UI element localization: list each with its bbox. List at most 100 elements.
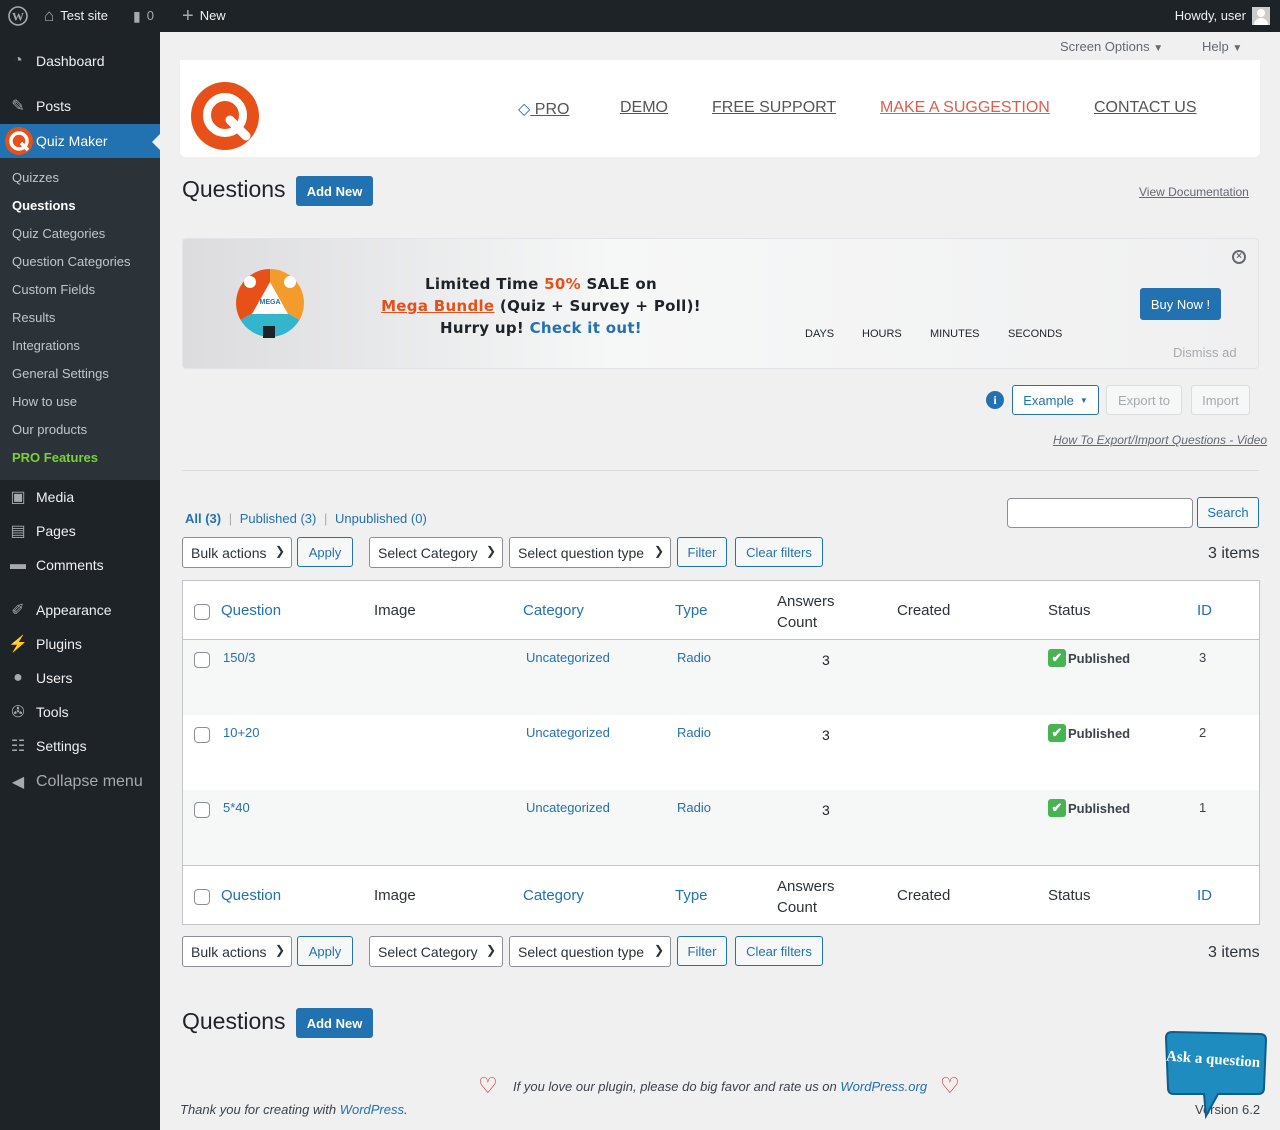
example-dropdown[interactable]: Example ▼: [1012, 385, 1099, 415]
submenu-our-products[interactable]: Our products: [12, 422, 87, 437]
row-checkbox[interactable]: [194, 727, 210, 743]
submenu-quiz-categories[interactable]: Quiz Categories: [12, 226, 105, 241]
rate-us-text: If you love our plugin, please do big fa…: [513, 1079, 928, 1094]
buy-now-button[interactable]: Buy Now !: [1140, 288, 1221, 320]
question-type-select[interactable]: Select question type ❯: [509, 537, 671, 568]
view-documentation-link[interactable]: View Documentation: [1139, 185, 1249, 199]
page-title: Questions: [182, 1008, 286, 1034]
dismiss-ad-link[interactable]: Dismiss ad: [1173, 345, 1237, 360]
column-question-footer[interactable]: Question: [221, 887, 281, 904]
submenu-results[interactable]: Results: [12, 310, 55, 325]
type-link[interactable]: Radio: [677, 725, 711, 740]
help-button[interactable]: Help ▼: [1202, 39, 1242, 54]
mega-bundle-link[interactable]: Mega Bundle: [381, 297, 494, 315]
admin-bar: W ⌂ Test site ▮ 0 + New Howdy, user: [0, 0, 1280, 32]
export-button[interactable]: Export to: [1106, 385, 1182, 415]
filter-button[interactable]: Filter: [677, 936, 727, 966]
sidebar-item-tools[interactable]: ✇ Tools: [0, 695, 160, 729]
check-it-out-link[interactable]: Check it out!: [530, 319, 642, 337]
submenu-integrations[interactable]: Integrations: [12, 338, 80, 353]
nav-demo-link[interactable]: DEMO: [620, 99, 668, 117]
filter-button[interactable]: Filter: [677, 537, 727, 567]
sidebar-item-pages[interactable]: ▤ Pages: [0, 514, 160, 548]
wordpress-org-link[interactable]: WordPress.org: [840, 1079, 927, 1094]
category-select[interactable]: Select Category ❯: [369, 936, 503, 967]
nav-contact-link[interactable]: CONTACT US: [1094, 99, 1197, 117]
mega-logo-text: MEGA: [260, 299, 281, 306]
question-type-select[interactable]: Select question type ❯: [509, 936, 671, 967]
submenu-custom-fields[interactable]: Custom Fields: [12, 282, 95, 297]
bulk-actions-select[interactable]: Bulk actions ❯: [182, 936, 292, 967]
info-icon[interactable]: i: [986, 391, 1004, 409]
row-checkbox[interactable]: [194, 652, 210, 668]
column-type-footer[interactable]: Type: [675, 887, 708, 904]
submenu-questions[interactable]: Questions: [12, 198, 76, 213]
search-button[interactable]: Search: [1197, 497, 1259, 528]
column-category-footer[interactable]: Category: [523, 887, 584, 904]
sidebar-item-dashboard[interactable]: ◔ Dashboard: [0, 44, 160, 78]
svg-text:W: W: [12, 10, 24, 24]
select-all-checkbox[interactable]: [194, 889, 210, 905]
comments-link[interactable]: ▮ 0: [133, 0, 154, 32]
sidebar-item-media[interactable]: ▣ Media: [0, 480, 160, 514]
submenu-how-to-use[interactable]: How to use: [12, 394, 77, 409]
wordpress-logo-icon[interactable]: W: [8, 0, 28, 32]
apply-button[interactable]: Apply: [297, 936, 353, 966]
ask-question-widget[interactable]: Ask a question: [1160, 1030, 1268, 1120]
question-link[interactable]: 150/3: [223, 650, 256, 665]
nav-suggestion-link[interactable]: MAKE A SUGGESTION: [880, 99, 1050, 117]
quiz-maker-logo[interactable]: [190, 82, 260, 155]
column-category-header[interactable]: Category: [523, 602, 584, 619]
column-id-header[interactable]: ID: [1197, 602, 1212, 619]
add-new-button[interactable]: Add New: [296, 176, 373, 206]
import-button[interactable]: Import: [1191, 385, 1250, 415]
account-menu[interactable]: Howdy, user: [1175, 0, 1270, 32]
apply-button[interactable]: Apply: [297, 537, 353, 567]
submenu-general-settings[interactable]: General Settings: [12, 366, 109, 381]
sidebar-item-users[interactable]: ● Users: [0, 661, 160, 695]
screen-options-button[interactable]: Screen Options ▼: [1060, 39, 1163, 54]
column-id-footer[interactable]: ID: [1197, 887, 1212, 904]
page-title: Questions: [182, 176, 286, 202]
nav-support-link[interactable]: FREE SUPPORT: [712, 99, 836, 117]
question-id: 2: [1199, 725, 1207, 740]
clear-filters-button[interactable]: Clear filters: [735, 936, 823, 966]
bulk-actions-select[interactable]: Bulk actions ❯: [182, 537, 292, 568]
category-select[interactable]: Select Category ❯: [369, 537, 503, 568]
question-link[interactable]: 10+20: [223, 725, 260, 740]
clear-filters-button[interactable]: Clear filters: [735, 537, 823, 567]
type-link[interactable]: Radio: [677, 650, 711, 665]
sidebar-item-quiz-maker[interactable]: Quiz Maker: [0, 124, 160, 158]
collapse-menu-button[interactable]: ◀ Collapse menu: [0, 765, 160, 799]
column-status-footer: Status: [1048, 887, 1091, 904]
new-content-link[interactable]: + New: [182, 0, 226, 32]
sidebar-item-posts[interactable]: ✎ Posts: [0, 89, 160, 123]
search-input[interactable]: [1007, 498, 1193, 528]
submenu-pro-features[interactable]: PRO Features: [12, 450, 98, 465]
filter-all-link[interactable]: All (3): [185, 511, 221, 526]
row-checkbox[interactable]: [194, 802, 210, 818]
site-name-link[interactable]: ⌂ Test site: [44, 0, 108, 32]
type-link[interactable]: Radio: [677, 800, 711, 815]
category-link[interactable]: Uncategorized: [526, 725, 610, 740]
submenu-question-categories[interactable]: Question Categories: [12, 254, 131, 269]
add-new-button[interactable]: Add New: [296, 1008, 373, 1038]
column-type-header[interactable]: Type: [675, 602, 708, 619]
category-link[interactable]: Uncategorized: [526, 800, 610, 815]
submenu-quizzes[interactable]: Quizzes: [12, 170, 59, 185]
mega-bundle-logo: MEGA: [235, 268, 305, 343]
filter-unpublished-link[interactable]: Unpublished (0): [335, 511, 427, 526]
sidebar-item-comments[interactable]: ▬ Comments: [0, 548, 160, 582]
nav-pro-link[interactable]: ◇ PRO: [518, 99, 569, 119]
export-import-video-link[interactable]: How To Export/Import Questions - Video: [1053, 433, 1267, 447]
close-icon[interactable]: ×: [1232, 250, 1246, 264]
category-link[interactable]: Uncategorized: [526, 650, 610, 665]
sidebar-item-appearance[interactable]: ✐ Appearance: [0, 593, 160, 627]
sidebar-item-plugins[interactable]: ⚡ Plugins: [0, 627, 160, 661]
wordpress-link[interactable]: WordPress: [340, 1102, 404, 1117]
select-all-checkbox[interactable]: [194, 604, 210, 620]
filter-published-link[interactable]: Published (3): [240, 511, 317, 526]
question-link[interactable]: 5*40: [223, 800, 250, 815]
sidebar-item-settings[interactable]: ☷ Settings: [0, 729, 160, 763]
column-question-header[interactable]: Question: [221, 602, 281, 619]
